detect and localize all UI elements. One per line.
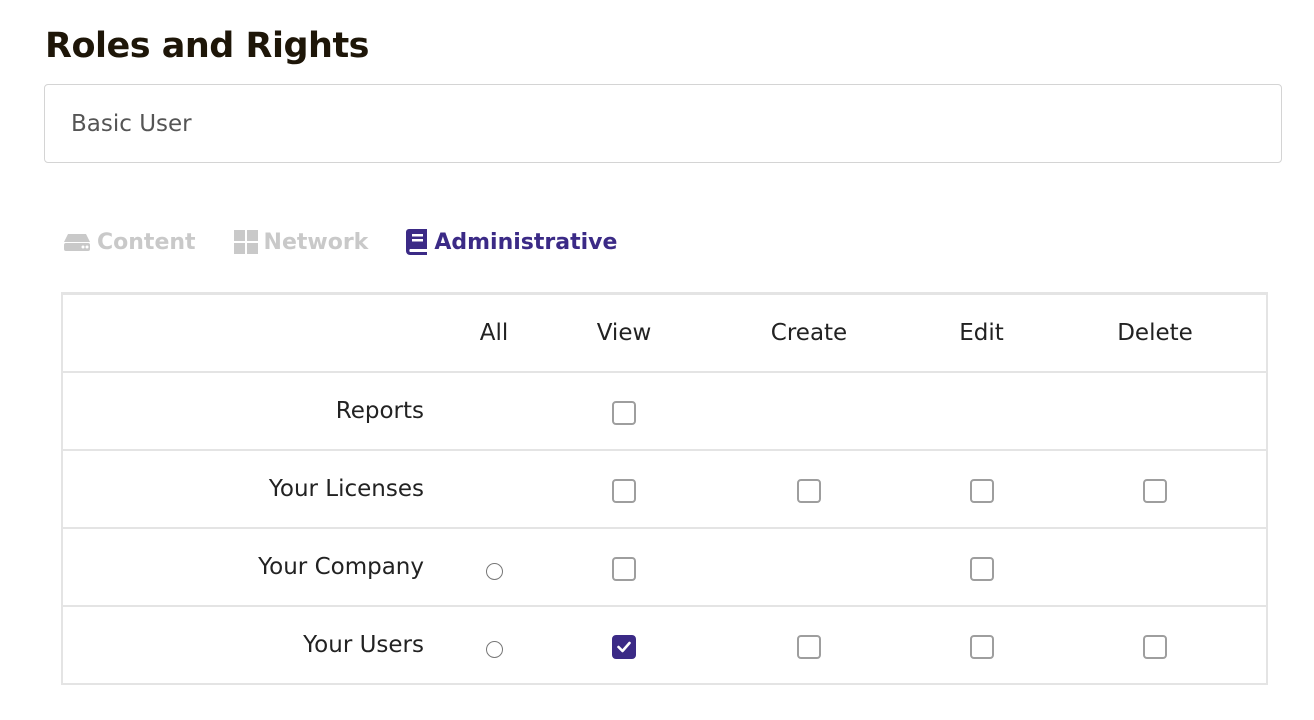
tab-administrative[interactable]: Administrative (406, 229, 617, 255)
permission-row-your-company: Your Company (62, 528, 1267, 607)
permission-row-your-users: Your Users (62, 606, 1267, 685)
cell-delete (1044, 606, 1267, 685)
role-name-field[interactable] (44, 84, 1282, 163)
grid-icon (233, 230, 258, 254)
cell-view (549, 450, 699, 529)
column-header-create: Create (699, 293, 919, 373)
column-header-delete: Delete (1044, 293, 1267, 373)
all-radio[interactable] (485, 562, 503, 580)
row-label: Your Licenses (62, 450, 439, 529)
column-header-edit: Edit (919, 293, 1044, 373)
tab-label: Content (97, 229, 196, 255)
row-label: Your Users (62, 606, 439, 685)
column-header-all: All (439, 293, 549, 373)
cell-edit (919, 372, 1044, 451)
cell-all (439, 528, 549, 607)
cell-delete (1044, 372, 1267, 451)
all-radio[interactable] (485, 640, 503, 658)
view-checkbox[interactable] (612, 635, 636, 659)
create-checkbox[interactable] (797, 479, 821, 503)
cell-all (439, 372, 549, 451)
cell-view (549, 528, 699, 607)
cell-view (549, 372, 699, 451)
tab-content[interactable]: Content (63, 230, 196, 255)
hard-drive-icon (63, 232, 91, 252)
edit-checkbox[interactable] (969, 635, 994, 659)
view-checkbox[interactable] (612, 401, 636, 425)
row-label: Your Company (62, 528, 439, 607)
cell-create (699, 372, 919, 451)
cell-create (699, 528, 919, 607)
cell-create (699, 450, 919, 529)
edit-checkbox[interactable] (969, 557, 994, 581)
tab-network[interactable]: Network (233, 229, 369, 255)
table-header-row: All View Create Edit Delete (62, 293, 1267, 373)
cell-edit (919, 450, 1044, 529)
book-icon (406, 229, 428, 255)
view-checkbox[interactable] (612, 479, 636, 503)
cell-create (699, 606, 919, 685)
permissions-table: All View Create Edit Delete Reports Your … (61, 292, 1268, 685)
tab-label: Network (263, 229, 369, 255)
column-header-blank (62, 293, 439, 373)
cell-edit (919, 606, 1044, 685)
permission-row-your-licenses: Your Licenses (62, 450, 1267, 529)
permission-row-reports: Reports (62, 372, 1267, 451)
tab-label: Administrative (434, 229, 618, 255)
create-checkbox[interactable] (797, 635, 821, 659)
view-checkbox[interactable] (612, 557, 636, 581)
delete-checkbox[interactable] (1143, 479, 1167, 503)
check-icon (617, 641, 631, 653)
cell-delete (1044, 450, 1267, 529)
cell-all (439, 606, 549, 685)
permission-tabs: Content Network Administrative (63, 224, 655, 260)
page-title: Roles and Rights (45, 26, 370, 66)
cell-delete (1044, 528, 1267, 607)
edit-checkbox[interactable] (969, 479, 994, 503)
cell-view (549, 606, 699, 685)
delete-checkbox[interactable] (1143, 635, 1167, 659)
column-header-view: View (549, 293, 699, 373)
row-label: Reports (62, 372, 439, 451)
cell-all (439, 450, 549, 529)
cell-edit (919, 528, 1044, 607)
